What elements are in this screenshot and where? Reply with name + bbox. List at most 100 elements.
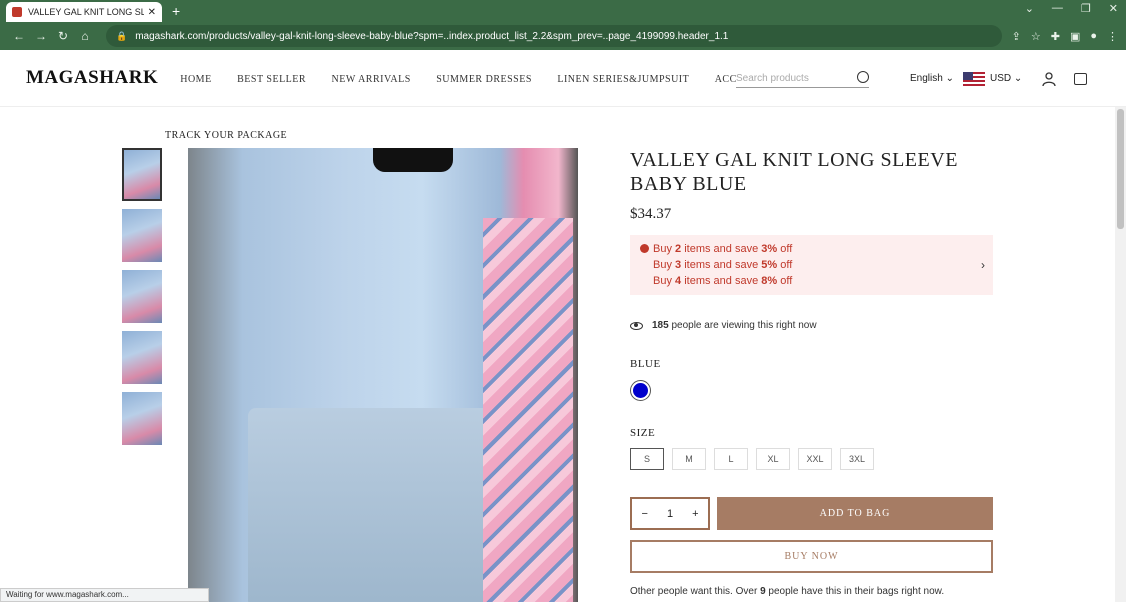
site-header: MAGASHARK HOME BEST SELLER NEW ARRIVALS …: [0, 50, 1126, 107]
main-nav: HOME BEST SELLER NEW ARRIVALS SUMMER DRE…: [180, 69, 758, 87]
size-option[interactable]: M: [672, 448, 706, 470]
thumbnail-5[interactable]: [122, 392, 162, 445]
promo-count: 4: [675, 275, 682, 287]
promo-buy: Buy: [653, 259, 672, 271]
tab-search-icon[interactable]: ⌄: [1025, 2, 1034, 15]
site-logo[interactable]: MAGASHARK: [26, 67, 158, 89]
nav-acc[interactable]: ACC: [715, 74, 737, 85]
url-text: magashark.com/products/valley-gal-knit-l…: [135, 30, 729, 42]
promo-count: 3: [675, 259, 682, 271]
nav-best-seller[interactable]: BEST SELLER: [237, 74, 306, 85]
increment-button[interactable]: +: [692, 508, 698, 520]
size-options: S M L XL XXL 3XL: [630, 448, 874, 470]
bulk-discount-banner[interactable]: Buy 2 items and save 3% off Buy 3 items …: [630, 235, 993, 295]
browser-tab-strip: VALLEY GAL KNIT LONG SLEEVE BABY BLUE ✕ …: [0, 0, 1126, 22]
discount-icon: [640, 244, 649, 253]
chevron-right-icon: ›: [981, 258, 985, 272]
language-select[interactable]: English ⌄: [910, 73, 954, 84]
pink-scarf: [483, 218, 573, 602]
color-swatch-blue[interactable]: [630, 380, 651, 401]
promo-pct: 3%: [761, 243, 778, 255]
promo-mid: items and save: [684, 275, 759, 287]
search-input[interactable]: Search products: [736, 70, 869, 88]
window-controls: ⌄ — ❐ ✕: [1025, 2, 1118, 15]
promo-pct: 8%: [761, 275, 778, 287]
thumbnail-2[interactable]: [122, 209, 162, 262]
back-icon[interactable]: ←: [8, 29, 30, 43]
thumbnail-1[interactable]: [122, 148, 162, 201]
restore-icon[interactable]: ❐: [1081, 2, 1091, 15]
close-tab-icon[interactable]: ✕: [148, 7, 156, 18]
product-title: VALLEY GAL KNIT LONG SLEEVE BABY BLUE: [630, 149, 958, 195]
size-option[interactable]: L: [714, 448, 748, 470]
lock-icon: 🔒: [116, 30, 128, 41]
us-flag-icon: [963, 72, 985, 86]
viewers-notice: 185 people are viewing this right now: [630, 320, 817, 331]
menu-icon[interactable]: ⋮: [1107, 30, 1118, 43]
size-option[interactable]: XXL: [798, 448, 832, 470]
status-bar: Waiting for www.magashark.com...: [0, 588, 209, 602]
search-placeholder: Search products: [736, 73, 809, 84]
search-icon[interactable]: [857, 71, 869, 83]
nav-linen-series[interactable]: LINEN SERIES&JUMPSUIT: [557, 74, 689, 85]
address-bar[interactable]: 🔒 magashark.com/products/valley-gal-knit…: [106, 25, 1002, 47]
viewer-count: 185: [652, 320, 669, 331]
size-option[interactable]: 3XL: [840, 448, 874, 470]
others-count: 9: [760, 586, 766, 597]
others-pre: Other people want this. Over: [630, 586, 758, 597]
profile-icon[interactable]: ●: [1090, 30, 1097, 43]
new-tab-button[interactable]: +: [172, 3, 180, 19]
promo-buy: Buy: [653, 275, 672, 287]
promo-line-1: Buy 2 items and save 3% off: [640, 241, 983, 257]
promo-line-3: Buy 4 items and save 8% off: [640, 273, 983, 289]
quantity-value[interactable]: 1: [667, 508, 673, 520]
extension-icons: ⇪ ☆ ✚ ▣ ● ⋮: [1012, 30, 1118, 43]
eye-icon: [630, 321, 643, 330]
promo-mid: items and save: [684, 243, 759, 255]
currency-value: USD: [990, 73, 1012, 84]
promo-count: 2: [675, 243, 682, 255]
product-price: $34.37: [630, 206, 672, 222]
denim-shorts: [248, 408, 518, 602]
promo-pct: 5%: [761, 259, 778, 271]
thumbnail-3[interactable]: [122, 270, 162, 323]
viewer-text: people are viewing this right now: [671, 320, 817, 331]
track-package-link[interactable]: TRACK YOUR PACKAGE: [165, 130, 287, 141]
reload-icon[interactable]: ↻: [52, 29, 74, 43]
browser-toolbar: ← → ↻ ⌂ 🔒 magashark.com/products/valley-…: [0, 22, 1126, 50]
size-label: SIZE: [630, 427, 656, 439]
others-post: people have this in their bags right now…: [768, 586, 945, 597]
minimize-icon[interactable]: —: [1052, 2, 1063, 15]
account-icon[interactable]: [1042, 72, 1056, 86]
home-icon[interactable]: ⌂: [74, 29, 96, 43]
decrement-button[interactable]: −: [642, 508, 648, 520]
color-label: BLUE: [630, 358, 661, 370]
sidepanel-icon[interactable]: ▣: [1070, 30, 1080, 43]
add-to-bag-button[interactable]: ADD TO BAG: [717, 497, 993, 530]
promo-end: off: [780, 243, 793, 255]
nav-home[interactable]: HOME: [180, 74, 211, 85]
thumbnail-4[interactable]: [122, 331, 162, 384]
nav-new-arrivals[interactable]: NEW ARRIVALS: [332, 74, 411, 85]
forward-icon[interactable]: →: [30, 29, 52, 43]
main-product-image: [188, 148, 578, 602]
promo-buy: Buy: [653, 243, 672, 255]
page-scrollbar[interactable]: [1115, 107, 1126, 602]
browser-tab[interactable]: VALLEY GAL KNIT LONG SLEEVE BABY BLUE ✕: [6, 2, 162, 22]
nav-summer-dresses[interactable]: SUMMER DRESSES: [436, 74, 532, 85]
thumbnail-list: [122, 148, 162, 453]
extensions-icon[interactable]: ✚: [1051, 30, 1060, 43]
sunglasses: [373, 148, 453, 172]
currency-select[interactable]: USD ⌄: [990, 73, 1022, 84]
size-option[interactable]: XL: [756, 448, 790, 470]
language-value: English: [910, 73, 943, 84]
share-icon[interactable]: ⇪: [1012, 30, 1021, 43]
promo-line-2: Buy 3 items and save 5% off: [640, 257, 983, 273]
bookmark-star-icon[interactable]: ☆: [1031, 30, 1041, 43]
bag-icon[interactable]: [1074, 73, 1087, 85]
size-option[interactable]: S: [630, 448, 664, 470]
cart-social-proof: Other people want this. Over 9 people ha…: [630, 586, 944, 597]
close-window-icon[interactable]: ✕: [1109, 2, 1118, 15]
buy-now-button[interactable]: BUY NOW: [630, 540, 993, 573]
quantity-stepper: − 1 +: [630, 497, 710, 530]
